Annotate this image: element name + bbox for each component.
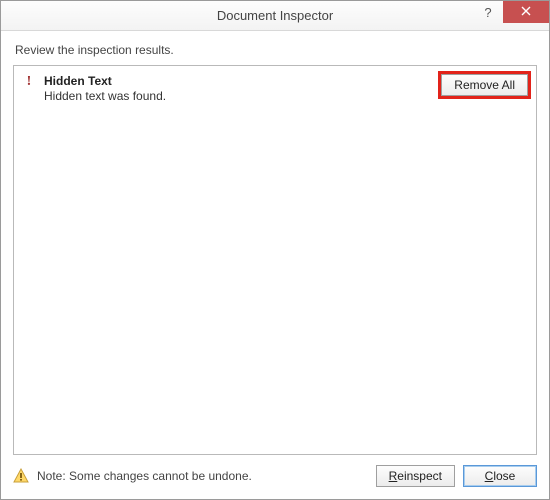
result-description: Hidden text was found. (44, 89, 433, 103)
document-inspector-dialog: Document Inspector ? Review the inspecti… (0, 0, 550, 500)
close-icon (521, 5, 531, 19)
result-title: Hidden Text (44, 74, 433, 88)
dialog-body: Review the inspection results. ! Hidden … (1, 31, 549, 499)
window-controls: ? (473, 1, 549, 30)
close-button[interactable]: Close (463, 465, 537, 487)
reinspect-button[interactable]: Reinspect (376, 465, 455, 487)
titlebar: Document Inspector ? (1, 1, 549, 31)
alert-icon: ! (22, 74, 36, 90)
dialog-footer: Note: Some changes cannot be undone. Rei… (13, 455, 537, 487)
result-item-hidden-text: ! Hidden Text Hidden text was found. Rem… (22, 74, 528, 103)
result-action: Remove All (441, 74, 528, 96)
remove-all-button[interactable]: Remove All (441, 74, 528, 96)
instruction-text: Review the inspection results. (15, 43, 537, 57)
footer-buttons: Reinspect Close (376, 465, 537, 487)
results-panel: ! Hidden Text Hidden text was found. Rem… (13, 65, 537, 455)
close-window-button[interactable] (503, 1, 549, 23)
result-text: Hidden Text Hidden text was found. (44, 74, 433, 103)
footer-note: Note: Some changes cannot be undone. (37, 469, 368, 483)
help-button[interactable]: ? (473, 1, 503, 23)
warning-icon (13, 468, 29, 484)
window-title: Document Inspector (1, 8, 549, 23)
